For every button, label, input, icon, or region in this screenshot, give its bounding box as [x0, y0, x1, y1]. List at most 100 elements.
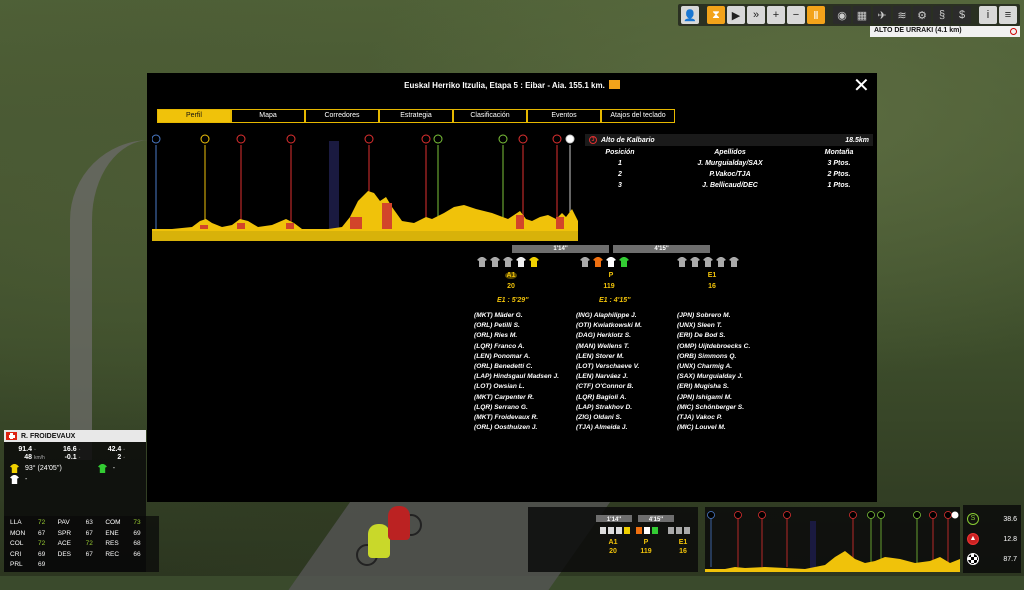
pause-button[interactable]: Ⅱ	[807, 6, 825, 24]
rider-list-item[interactable]: (OTI) Kwiatkowski M.	[576, 321, 642, 331]
rider-list-item[interactable]: (MKT) Froidevaux R.	[474, 413, 559, 423]
minus-button[interactable]: −	[787, 6, 805, 24]
rider-jersey-icon	[600, 527, 606, 534]
rider-jersey-icon[interactable]	[619, 257, 629, 267]
rider-list-item[interactable]: (ORB) Simmons Q.	[677, 352, 750, 362]
strategy-button[interactable]: §	[933, 6, 951, 24]
mountain-icon[interactable]	[236, 134, 246, 144]
radio-button[interactable]: ≋	[893, 6, 911, 24]
finish-icon[interactable]	[565, 134, 575, 144]
tab-profile[interactable]: Perfil	[157, 109, 231, 123]
group-label[interactable]: A1	[505, 272, 517, 279]
info-button[interactable]: i	[979, 6, 997, 24]
mini-groups-panel[interactable]: 1'14'' 4'15'' A1 20 P 119 E1 16	[528, 507, 698, 572]
rider-list-item[interactable]: (CTF) O'Connor B.	[576, 382, 642, 392]
rider-list-item[interactable]: (MAN) Wellens T.	[576, 342, 642, 352]
group-label[interactable]: E1	[702, 272, 722, 279]
rider-jersey-icon[interactable]	[580, 257, 590, 267]
rider-list-item[interactable]: (DAG) Herklotz S.	[576, 331, 642, 341]
rider-list-item[interactable]: (MIC) Louvel M.	[677, 423, 750, 433]
rider-header[interactable]: R. FROIDEVAUX	[4, 430, 146, 442]
rider-list-item[interactable]: (LEN) Narváez J.	[576, 372, 642, 382]
dollar-button[interactable]: $	[953, 6, 971, 24]
fast-forward-button[interactable]: »	[747, 6, 765, 24]
tab-strategy[interactable]: Estrategia	[379, 109, 453, 123]
mountain-icon[interactable]	[518, 134, 528, 144]
rider-list-item[interactable]: (UNX) Sleen T.	[677, 321, 750, 331]
rider-jersey-icon[interactable]	[516, 257, 526, 267]
hourglass-button[interactable]: ⧗	[707, 6, 725, 24]
rider-list-item[interactable]: (LEN) Storer M.	[576, 352, 642, 362]
tab-map[interactable]: Mapa	[231, 109, 305, 123]
rider-list-item[interactable]: (TJA) Almeida J.	[576, 423, 642, 433]
rider-list-item[interactable]: (JPN) Sobrero M.	[677, 311, 750, 321]
rider-jersey-icon[interactable]	[716, 257, 726, 267]
rider-list-item[interactable]: (ERI) De Bod S.	[677, 331, 750, 341]
rider-jersey-icon[interactable]	[477, 257, 487, 267]
rider-list-item[interactable]: (LOT) Verschaeve V.	[576, 362, 642, 372]
eye-button[interactable]: ◉	[833, 6, 851, 24]
rider-jersey-icon[interactable]	[729, 257, 739, 267]
mountain-icon[interactable]	[200, 134, 210, 144]
rider-list-item[interactable]: (MIC) Schönberger S.	[677, 403, 750, 413]
rider-list-item[interactable]: (LAP) Strakhov D.	[576, 403, 642, 413]
rider-list-item[interactable]: (LAP) Hindsgaul Madsen J.	[474, 372, 559, 382]
person-button[interactable]: 👤	[681, 6, 699, 24]
rider-jersey-icon[interactable]	[703, 257, 713, 267]
distance-to-finish: 87.7	[1003, 555, 1017, 563]
menu-button[interactable]: ≡	[999, 6, 1017, 24]
rider-list-item[interactable]: (ORL) Oosthuizen J.	[474, 423, 559, 433]
rider-list-item[interactable]: (OMP) Uijtdebroecks C.	[677, 342, 750, 352]
mountain-icon[interactable]	[152, 134, 161, 144]
rider-jersey-icon[interactable]	[490, 257, 500, 267]
tab-events[interactable]: Eventos	[527, 109, 601, 123]
rider-jersey-icon[interactable]	[606, 257, 616, 267]
group-label[interactable]: P	[601, 272, 621, 279]
rider-jersey-icon[interactable]	[677, 257, 687, 267]
gear-button[interactable]: ⚙	[913, 6, 931, 24]
sprint-icon[interactable]	[433, 134, 443, 144]
rider-list-item[interactable]: (MKT) Mäder G.	[474, 311, 559, 321]
map-button[interactable]: ▦	[853, 6, 871, 24]
sprint-icon[interactable]	[498, 134, 508, 144]
close-button[interactable]: ✕	[853, 76, 870, 96]
rider-list-item[interactable]: (LEN) Ponomar A.	[474, 352, 559, 362]
rider-list-item[interactable]: (LQR) Serrano G.	[474, 403, 559, 413]
mountain-icon[interactable]	[286, 134, 296, 144]
rider-jersey-icon[interactable]	[690, 257, 700, 267]
mountain-icon	[929, 511, 937, 519]
rider-jersey-icon[interactable]	[529, 257, 539, 267]
tab-riders[interactable]: Corredores	[305, 109, 379, 123]
rider-list-item[interactable]: (ERI) Mugisha S.	[677, 382, 750, 392]
skill-com: COM 73	[105, 518, 153, 529]
eye-icon: ◉	[837, 9, 847, 22]
rider-list-item[interactable]: (UNX) Charmig A.	[677, 362, 750, 372]
rider-list-item[interactable]: (ORL) Ries M.	[474, 331, 559, 341]
rider-jersey-icon[interactable]	[503, 257, 513, 267]
rider-list-item[interactable]: (LQR) Bagioli A.	[576, 393, 642, 403]
rider-stat: 2 ◦	[97, 454, 142, 461]
rider-jersey-icon[interactable]	[593, 257, 603, 267]
play-button[interactable]: ▶	[727, 6, 745, 24]
skill-des: DES 67	[58, 550, 106, 561]
rider-list-item[interactable]: (ZIG) Oldani S.	[576, 413, 642, 423]
rider-list-item[interactable]: (ING) Alaphilippe J.	[576, 311, 642, 321]
rider-list-item[interactable]: (ORL) Petilli S.	[474, 321, 559, 331]
mountain-icon[interactable]	[364, 134, 374, 144]
rider-list-item[interactable]: (LOT) Owsian L.	[474, 382, 559, 392]
sprint-icon	[877, 511, 885, 519]
rider-list-item[interactable]: (TJA) Vakoc P.	[677, 413, 750, 423]
plane-button[interactable]: ✈	[873, 6, 891, 24]
mountain-icon[interactable]	[552, 134, 562, 144]
rider-jersey-icon	[624, 527, 630, 534]
rider-list-item[interactable]: (LQR) Franco A.	[474, 342, 559, 352]
plus-button[interactable]: +	[767, 6, 785, 24]
rider-list-item[interactable]: (SAX) Murguialday J.	[677, 372, 750, 382]
tab-classification[interactable]: Clasificación	[453, 109, 527, 123]
mini-profile-panel[interactable]	[705, 507, 960, 572]
rider-list-item[interactable]: (ORL) Benedetti C.	[474, 362, 559, 372]
mountain-icon[interactable]	[421, 134, 431, 144]
rider-list-item[interactable]: (MKT) Carpenter R.	[474, 393, 559, 403]
rider-list-item[interactable]: (JPN) Ishigami M.	[677, 393, 750, 403]
tab-shortcuts[interactable]: Atajos del teclado	[601, 109, 675, 123]
